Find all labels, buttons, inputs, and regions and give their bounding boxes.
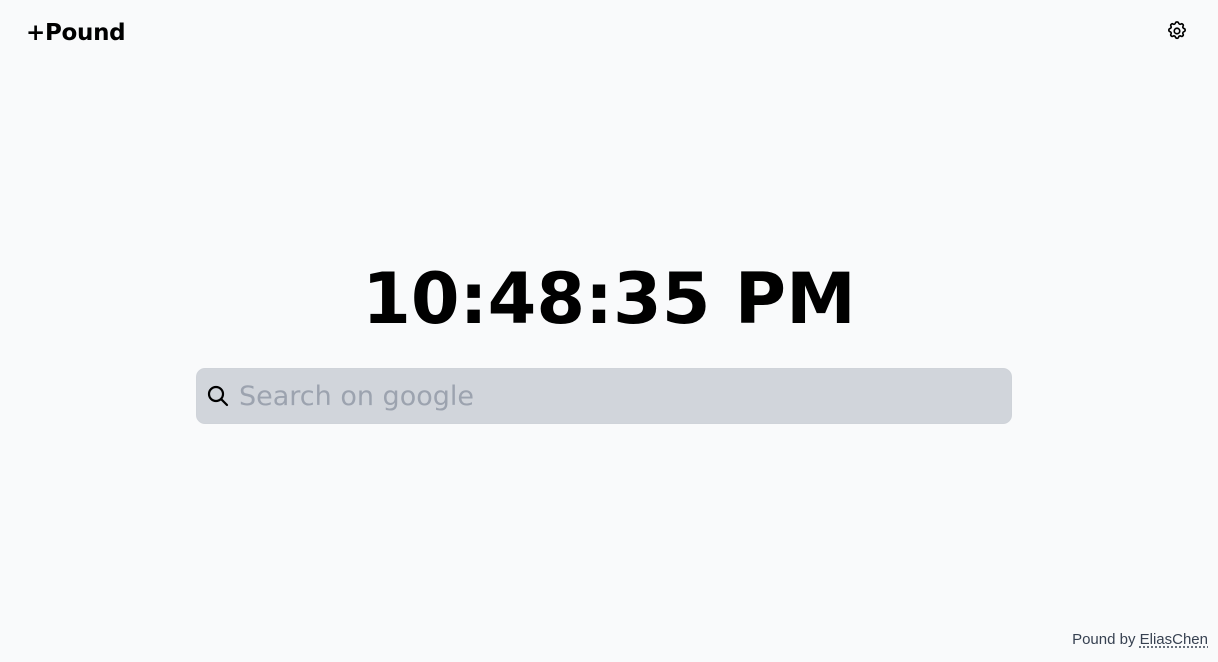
search-icon [205,383,231,409]
settings-button[interactable] [1164,18,1190,44]
footer-credit: Pound by EliasChen [1072,630,1208,650]
author-link[interactable]: EliasChen [1140,631,1208,648]
search-bar[interactable] [196,368,1012,424]
clock-display: 10:48:35 PM [362,258,856,340]
footer-prefix: Pound by [1072,631,1140,648]
search-input[interactable] [239,376,999,416]
app-logo[interactable]: +Pound [26,18,126,48]
gear-icon [1168,21,1186,40]
